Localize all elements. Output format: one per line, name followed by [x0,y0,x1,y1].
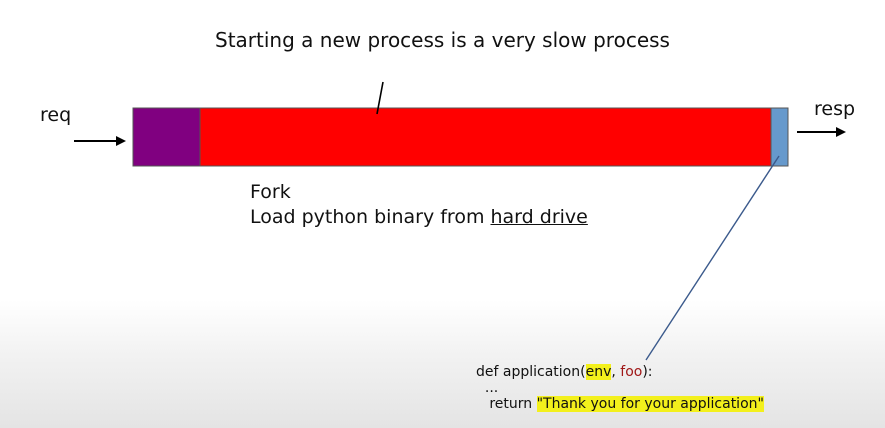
code-line-1: def application(env, foo): [476,364,764,380]
note-load-binary-text: Load python binary from [250,206,491,228]
segment-process-startup [199,107,772,167]
segment-startup [132,107,201,167]
code-sep: , [611,364,621,380]
code-return: return [476,396,537,412]
response-label: resp [814,98,856,120]
code-return-value: "Thank you for your application" [536,396,764,412]
code-close: ): [642,364,653,380]
code-snippet: def application(env, foo): ... return "T… [476,364,764,412]
response-arrowhead [836,127,846,137]
code-def: def application( [476,364,586,380]
code-line-2: ... [476,380,499,396]
code-connector-line [645,155,780,361]
note-hard-drive: hard drive [490,206,588,228]
request-label: req [40,104,72,126]
code-arg-foo: foo [620,364,643,380]
request-arrowhead [116,136,126,146]
code-arg-env: env [585,364,612,380]
step-notes: Fork Load python binary from hard drive [250,180,588,230]
note-load-binary: Load python binary from hard drive [250,205,588,230]
segment-application-call [770,107,789,167]
note-fork: Fork [250,181,291,203]
code-line-3: return "Thank you for your application" [476,396,764,412]
